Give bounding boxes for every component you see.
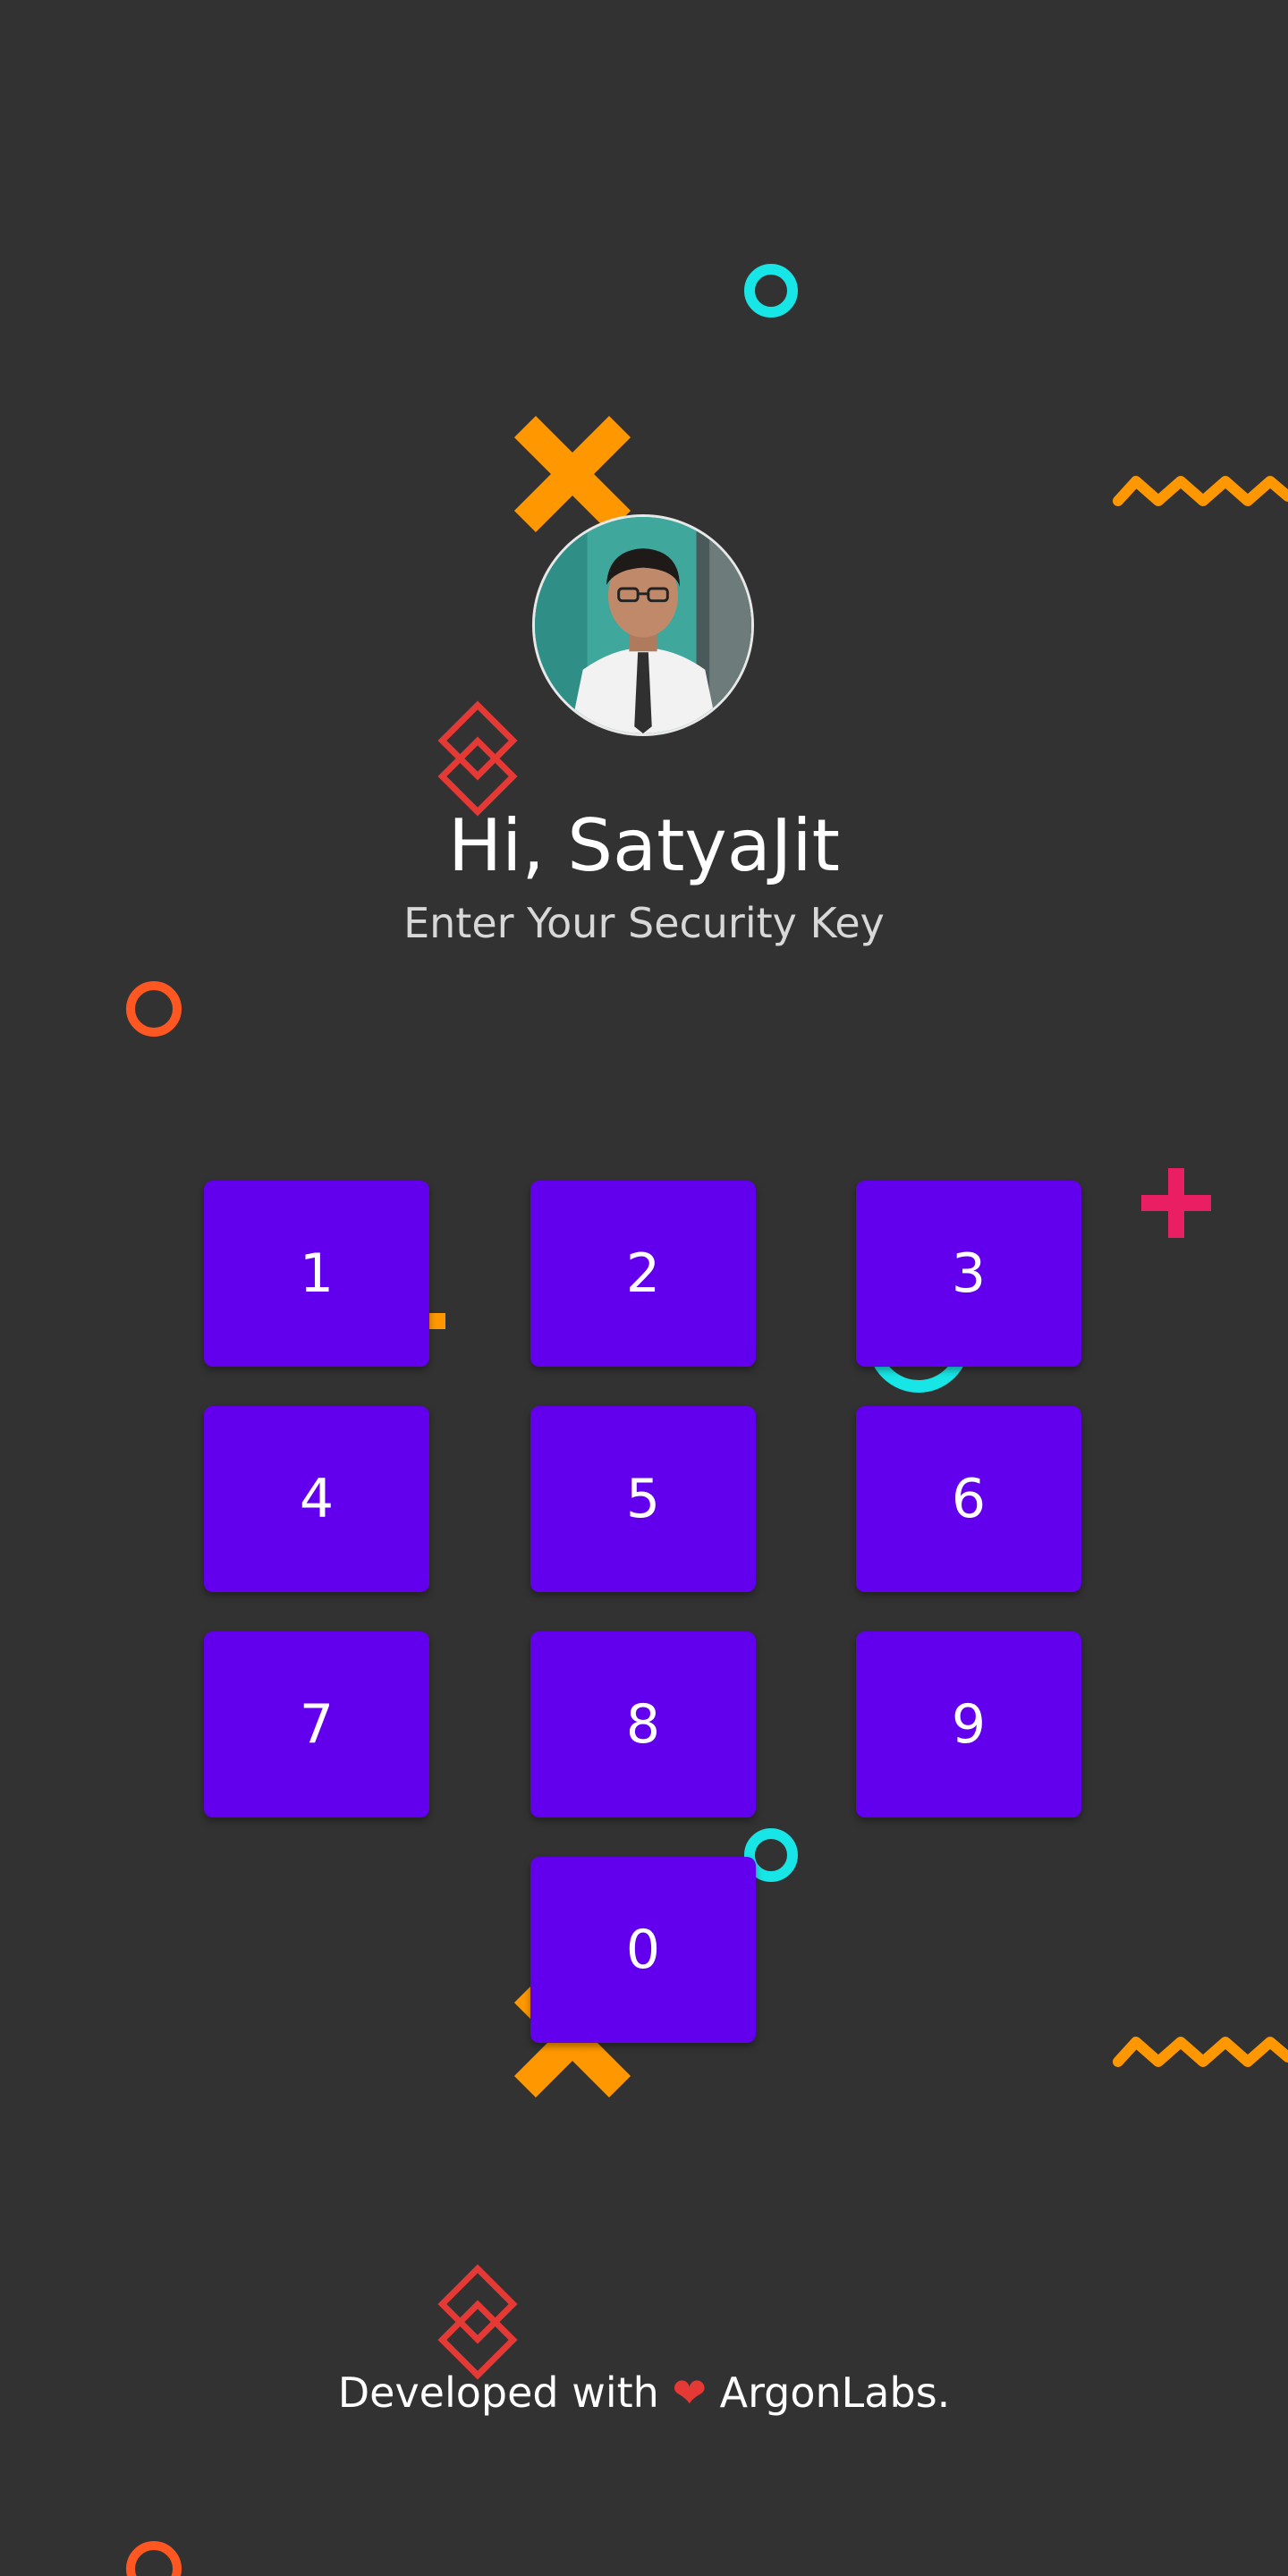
footer-suffix: ArgonLabs. (719, 2368, 951, 2417)
avatar-photo (535, 517, 751, 733)
key-5-button[interactable]: 5 (530, 1406, 756, 1592)
key-9-button[interactable]: 9 (856, 1631, 1081, 1818)
lock-screen: Hi, SatyaJit Enter Your Security Key 1 2… (0, 0, 1288, 2576)
orange-ring-decoration (126, 981, 182, 1037)
orange-dot-decoration (428, 1313, 445, 1329)
footer-credit: Developed with ❤ ArgonLabs. (0, 2364, 1288, 2421)
pink-plus-decoration (1141, 1168, 1211, 1238)
key-7-button[interactable]: 7 (204, 1631, 429, 1818)
red-diamond-decoration (437, 700, 518, 817)
key-6-button[interactable]: 6 (856, 1406, 1081, 1592)
red-diamond-lower-decoration (437, 2264, 518, 2380)
key-8-button[interactable]: 8 (530, 1631, 756, 1818)
key-4-button[interactable]: 4 (204, 1406, 429, 1592)
key-1-button[interactable]: 1 (204, 1181, 429, 1367)
heart-icon: ❤ (672, 2368, 707, 2417)
user-avatar (532, 514, 754, 736)
security-key-prompt: Enter Your Security Key (403, 899, 885, 947)
cyan-ring-small-decoration (744, 1828, 798, 1882)
orange-zigzag-decoration (1113, 476, 1288, 506)
key-0-button[interactable]: 0 (530, 1857, 756, 2043)
greeting-title: Hi, SatyaJit (448, 804, 840, 887)
key-2-button[interactable]: 2 (530, 1181, 756, 1367)
orange-ring-bottom-decoration (126, 2541, 182, 2576)
key-3-button[interactable]: 3 (856, 1181, 1081, 1367)
cyan-ring-decoration (744, 264, 798, 318)
orange-zigzag-lower-decoration (1113, 2037, 1288, 2067)
footer-prefix: Developed with (337, 2368, 659, 2417)
